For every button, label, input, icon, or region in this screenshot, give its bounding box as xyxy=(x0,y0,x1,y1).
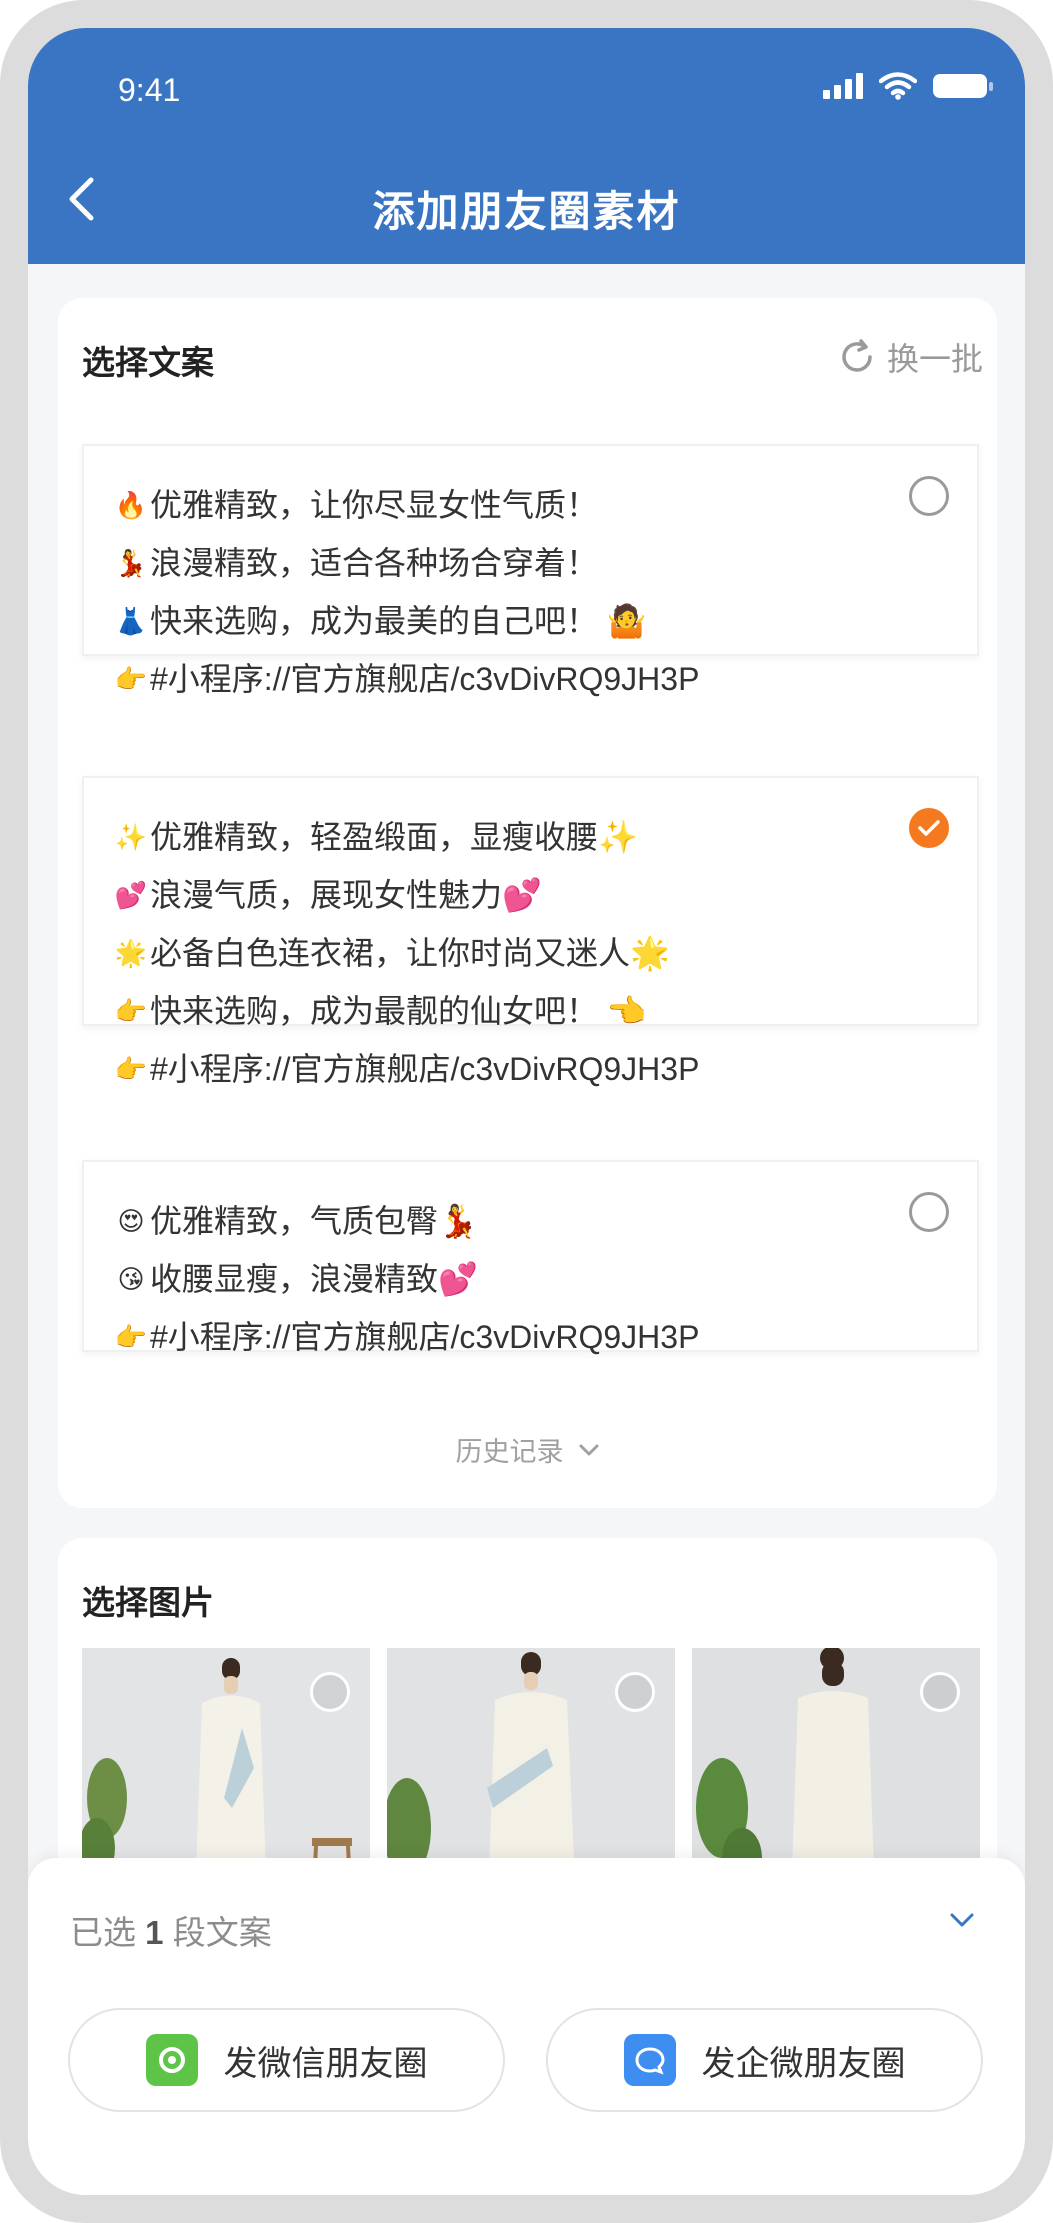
star-emoji-icon: 🌟 xyxy=(114,938,148,968)
dancer-emoji-icon: 💃 xyxy=(114,548,148,578)
fire-emoji-icon: 🔥 xyxy=(114,490,148,520)
two-hearts-emoji-icon: 💕 xyxy=(114,880,148,910)
pointing-right-emoji-icon: 👉 xyxy=(114,1322,148,1352)
status-icons xyxy=(823,72,993,100)
copy-line: 👉 快来选购，成为最靓的仙女吧！ 👈 xyxy=(114,982,867,1040)
image-select-radio[interactable] xyxy=(310,1672,350,1712)
copy-line-text: #小程序://官方旗舰店/c3vDivRQ9JH3P xyxy=(150,661,700,697)
chevron-down-icon xyxy=(579,1444,598,1455)
sparkles-emoji-icon: ✨ xyxy=(114,822,148,852)
copy-line: 👉 #小程序://官方旗舰店/c3vDivRQ9JH3P xyxy=(114,1040,867,1098)
wifi-icon xyxy=(879,72,917,100)
copy-line-text: 优雅精致，气质包臀💃 xyxy=(150,1203,478,1239)
copy-line: 💃 浪漫精致，适合各种场合穿着！ xyxy=(114,534,867,592)
pointing-right-emoji-icon: 👉 xyxy=(114,664,148,694)
refresh-label: 换一批 xyxy=(886,341,983,377)
copy-option-3[interactable]: 😍 优雅精致，气质包臀💃 😘 收腰显瘦，浪漫精致💕 👉 #小程序://官方旗舰店/c3… xyxy=(82,1160,979,1355)
chevron-down-icon xyxy=(950,1913,974,1927)
battery-icon xyxy=(933,74,993,98)
page-title: 添加朋友圈素材 xyxy=(372,188,681,235)
copy-line: 🔥 优雅精致，让你尽显女性气质！ xyxy=(114,476,867,534)
copy-option-1[interactable]: 🔥 优雅精致，让你尽显女性气质！ 💃 浪漫精致，适合各种场合穿着！ 👗 快来选购，成为… xyxy=(82,444,979,697)
copy-line: 👗 快来选购，成为最美的自己吧！ 🤷 xyxy=(114,592,867,650)
selected-count-text: 已选 1 段文案 xyxy=(70,1906,272,1954)
history-toggle[interactable]: 历史记录 xyxy=(58,1430,997,1469)
wecom-moments-icon xyxy=(623,2034,676,2086)
refresh-icon xyxy=(842,339,872,372)
expand-sheet-button[interactable] xyxy=(949,1912,975,1933)
history-label: 历史记录 xyxy=(455,1437,564,1467)
selected-suffix: 段文案 xyxy=(163,1914,272,1951)
share-wechat-moments-button[interactable]: 发微信朋友圈 xyxy=(68,2008,505,2112)
copy-line: 👉 #小程序://官方旗舰店/c3vDivRQ9JH3P xyxy=(114,650,867,708)
image-select-radio[interactable] xyxy=(920,1672,960,1712)
copy-line: 👉 #小程序://官方旗舰店/c3vDivRQ9JH3P xyxy=(114,1308,867,1366)
wecom-button-label: 发企微朋友圈 xyxy=(701,2044,906,2083)
option-radio[interactable] xyxy=(909,1192,949,1232)
copy-line: 💕 浪漫气质，展现女性魅力💕 xyxy=(114,866,867,924)
wechat-moments-icon xyxy=(145,2034,198,2086)
pointing-right-emoji-icon: 👉 xyxy=(114,1054,148,1084)
share-wecom-moments-button[interactable]: 发企微朋友圈 xyxy=(546,2008,983,2112)
heart-eyes-emoji-icon: 😍 xyxy=(117,1206,145,1236)
copy-line-text: 快来选购，成为最美的自己吧！ 🤷 xyxy=(150,603,647,639)
copy-line-text: 浪漫气质，展现女性魅力💕 xyxy=(150,877,542,913)
copy-section-title: 选择文案 xyxy=(82,344,214,381)
copy-line-text: 优雅精致，让你尽显女性气质！ xyxy=(150,487,599,523)
copy-line: 😍 优雅精致，气质包臀💃 xyxy=(114,1192,867,1250)
refresh-button[interactable]: 换一批 xyxy=(837,334,983,380)
status-time: 9:41 xyxy=(118,72,181,108)
copy-option-2[interactable]: ✨ 优雅精致，轻盈缎面，显瘦收腰✨ 💕 浪漫气质，展现女性魅力💕 🌟 必备白色连衣裙，… xyxy=(82,776,979,1087)
image-select-radio[interactable] xyxy=(615,1672,655,1712)
pointing-right-emoji-icon: 👉 xyxy=(114,996,148,1026)
device-frame: 9:41 添加朋友圈素材 选择文案 换一批 🔥 优雅精致，让你尽显女性气质！ 💃… xyxy=(0,0,1053,2223)
copy-line: ✨ 优雅精致，轻盈缎面，显瘦收腰✨ xyxy=(114,808,867,866)
bottom-action-sheet: 已选 1 段文案 发微信朋友圈 发企微朋友圈 xyxy=(28,1858,1025,2195)
option-radio-checked[interactable] xyxy=(909,808,949,848)
dress-emoji-icon: 👗 xyxy=(114,606,148,636)
copy-line: 🌟 必备白色连衣裙，让你时尚又迷人🌟 xyxy=(114,924,867,982)
checkmark-icon xyxy=(918,820,940,836)
copy-line-text: 必备白色连衣裙，让你时尚又迷人🌟 xyxy=(150,935,670,971)
copy-line-text: 收腰显瘦，浪漫精致💕 xyxy=(150,1261,478,1297)
copy-line-text: #小程序://官方旗舰店/c3vDivRQ9JH3P xyxy=(150,1051,700,1087)
signal-icon xyxy=(823,73,863,99)
copy-line-text: #小程序://官方旗舰店/c3vDivRQ9JH3P xyxy=(150,1319,700,1355)
selected-prefix: 已选 xyxy=(70,1914,146,1951)
copy-line-text: 快来选购，成为最靓的仙女吧！ 👈 xyxy=(150,993,647,1029)
phone-screen: 9:41 添加朋友圈素材 选择文案 换一批 🔥 优雅精致，让你尽显女性气质！ 💃… xyxy=(28,28,1025,2195)
kissing-emoji-icon: 😘 xyxy=(117,1264,145,1294)
copy-line-text: 浪漫精致，适合各种场合穿着！ xyxy=(150,545,599,581)
wechat-button-label: 发微信朋友圈 xyxy=(223,2044,428,2083)
copy-line: 😘 收腰显瘦，浪漫精致💕 xyxy=(114,1250,867,1308)
option-radio[interactable] xyxy=(909,476,949,516)
app-header: 9:41 添加朋友圈素材 xyxy=(28,28,1025,264)
copy-line-text: 优雅精致，轻盈缎面，显瘦收腰✨ xyxy=(150,819,638,855)
selected-count: 1 xyxy=(145,1914,164,1951)
copy-select-card: 选择文案 换一批 🔥 优雅精致，让你尽显女性气质！ 💃 浪漫精致，适合各种场合穿着！… xyxy=(58,298,997,1508)
image-section-title: 选择图片 xyxy=(82,1584,214,1621)
